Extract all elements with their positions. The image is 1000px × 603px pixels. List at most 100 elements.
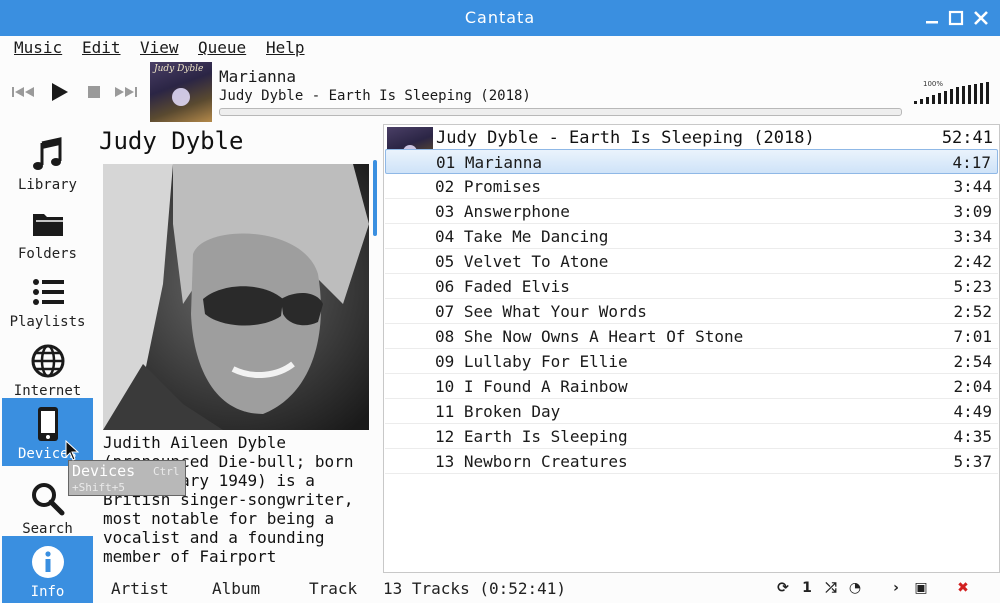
tooltip-shortcut-a: Ctrl [153, 465, 180, 478]
info-icon [32, 546, 64, 578]
track-name: 08 She Now Owns A Heart Of Stone [435, 327, 744, 346]
album-duration: 52:41 [941, 128, 993, 148]
track-duration: 7:01 [953, 327, 992, 346]
menu-music[interactable]: Music [14, 38, 62, 57]
sidebar-item-playlists[interactable]: Playlists [2, 266, 93, 332]
shuffle-icon[interactable]: ⤮ [823, 580, 839, 596]
close-button[interactable] [971, 8, 991, 28]
bio-line: Judith Aileen Dyble [103, 433, 287, 452]
album-title: Judy Dyble - Earth Is Sleeping (2018) [436, 128, 815, 148]
track-duration: 3:09 [953, 202, 992, 221]
tooltip-shortcut-b: +Shift+5 [72, 481, 125, 494]
save-icon[interactable]: ▣ [913, 580, 929, 596]
window-title: Cantata [464, 8, 536, 27]
track-name: 03 Answerphone [435, 202, 570, 221]
track-name: 04 Take Me Dancing [435, 227, 609, 246]
artist-photo [103, 164, 369, 430]
track-duration: 5:37 [953, 452, 992, 471]
consume-icon[interactable]: ◔ [847, 580, 863, 596]
track-row[interactable]: 08 She Now Owns A Heart Of Stone 7:01 [385, 324, 998, 349]
track-row[interactable]: 03 Answerphone 3:09 [385, 199, 998, 224]
sidebar-item-label: Search [22, 521, 73, 537]
menu-help-label: Help [266, 38, 305, 57]
track-duration: 2:54 [953, 352, 992, 371]
track-row[interactable]: 10 I Found A Rainbow 2:04 [385, 374, 998, 399]
next-page-icon[interactable]: › [888, 580, 904, 596]
sidebar: Library Folders Playlists Internet Devic… [0, 124, 95, 603]
queue-summary: 13 Tracks (0:52:41) [383, 579, 567, 598]
volume-slider[interactable] [914, 82, 992, 104]
tab-artist[interactable]: Artist [111, 579, 169, 598]
play-icon [52, 83, 68, 101]
previous-icon [12, 87, 34, 97]
clear-icon[interactable]: ✖ [955, 580, 971, 596]
cover-moon-art [172, 88, 190, 106]
track-row[interactable]: 05 Velvet To Atone 2:42 [385, 249, 998, 274]
sidebar-item-label: Info [30, 584, 65, 600]
title-bar: Cantata [0, 0, 1000, 36]
tooltip-title: Devices [72, 462, 136, 480]
sidebar-item-devices[interactable]: Devices [2, 398, 93, 466]
track-row[interactable]: 11 Broken Day 4:49 [385, 399, 998, 424]
info-scrollbar[interactable] [373, 160, 377, 236]
previous-button[interactable] [10, 82, 36, 102]
menu-queue[interactable]: Queue [198, 38, 246, 57]
next-button[interactable] [113, 82, 139, 102]
tab-album[interactable]: Album [212, 579, 260, 598]
minimize-button[interactable] [922, 8, 942, 28]
sidebar-item-label: Internet [13, 383, 82, 399]
phone-icon [38, 407, 58, 441]
cantata-window: Cantata Music Edit View Queue Help Judy … [0, 0, 1000, 603]
repeat-icon[interactable]: ⟳ [775, 580, 791, 596]
now-playing-subtitle: Judy Dyble - Earth Is Sleeping (2018) [219, 88, 531, 104]
menu-edit[interactable]: Edit [82, 38, 121, 57]
track-row[interactable]: 04 Take Me Dancing 3:34 [385, 224, 998, 249]
menu-music-label: Music [14, 38, 63, 57]
track-row[interactable]: 06 Faded Elvis 5:23 [385, 274, 998, 299]
bio-line: member of Fairport [103, 547, 277, 566]
track-duration: 2:52 [953, 302, 992, 321]
artist-bio: Judith Aileen Dyble (pronounced Die-bull… [103, 433, 373, 566]
info-panel: Judy Dyble Judith Aileen Dyble (pronounc… [95, 124, 382, 572]
search-icon [32, 483, 65, 516]
mouse-pointer-icon [65, 440, 79, 461]
track-name: 02 Promises [435, 177, 541, 196]
list-icon [33, 279, 64, 305]
tab-track[interactable]: Track [309, 579, 357, 598]
track-name: 13 Newborn Creatures [435, 452, 628, 471]
cover-artist-text: Judy Dyble [154, 64, 204, 74]
track-duration: 2:42 [953, 252, 992, 271]
single-icon[interactable]: 1 [799, 580, 815, 596]
track-name: 07 See What Your Words [435, 302, 647, 321]
track-duration: 3:44 [953, 177, 992, 196]
track-name: 10 I Found A Rainbow [435, 377, 628, 396]
sidebar-item-internet[interactable]: Internet [2, 335, 93, 401]
track-row[interactable]: 02 Promises 3:44 [385, 174, 998, 199]
menu-view[interactable]: View [140, 38, 179, 57]
maximize-button[interactable] [946, 8, 966, 28]
track-row[interactable]: 01 Marianna 4:17 [385, 149, 998, 174]
track-row[interactable]: 07 See What Your Words 2:52 [385, 299, 998, 324]
menu-help[interactable]: Help [266, 38, 305, 57]
music-note-icon [33, 137, 62, 170]
track-row[interactable]: 09 Lullaby For Ellie 2:54 [385, 349, 998, 374]
album-header: Judy Dyble - Earth Is Sleeping (2018) 52… [384, 125, 999, 173]
sidebar-item-library[interactable]: Library [2, 129, 93, 195]
bio-line: most notable for being a [103, 509, 335, 528]
stop-button[interactable] [84, 82, 110, 102]
minimize-icon [926, 21, 938, 24]
track-name: 05 Velvet To Atone [435, 252, 609, 271]
track-name: 01 Marianna [436, 153, 542, 172]
seek-slider[interactable] [219, 108, 902, 116]
sidebar-item-folders[interactable]: Folders [2, 198, 93, 264]
play-button[interactable] [48, 82, 74, 102]
track-name: 06 Faded Elvis [435, 277, 570, 296]
track-name: 12 Earth Is Sleeping [435, 427, 628, 446]
devices-tooltip: Devices Ctrl +Shift+5 [68, 460, 186, 496]
sidebar-item-info[interactable]: Info [2, 536, 93, 603]
sidebar-item-label: Folders [17, 246, 77, 262]
stop-icon [88, 86, 100, 98]
track-row[interactable]: 13 Newborn Creatures 5:37 [385, 449, 998, 474]
now-playing-cover[interactable]: Judy Dyble [150, 62, 212, 122]
track-row[interactable]: 12 Earth Is Sleeping 4:35 [385, 424, 998, 449]
